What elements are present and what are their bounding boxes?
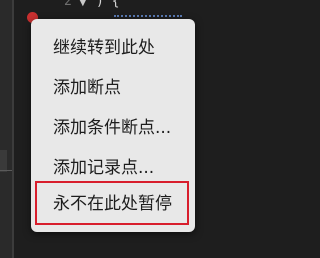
menu-item-continue-to-here[interactable]: 继续转到此处 xyxy=(31,25,195,65)
gutter-notch xyxy=(0,150,7,172)
menu-item-add-logpoint[interactable]: 添加记录点... xyxy=(31,145,195,185)
menu-item-add-breakpoint[interactable]: 添加断点 xyxy=(31,65,195,105)
editor-divider xyxy=(12,0,14,258)
gutter-divider xyxy=(0,170,12,171)
editor-gutter xyxy=(0,0,12,258)
code-squiggle xyxy=(114,12,182,17)
context-menu: 继续转到此处 添加断点 添加条件断点... 添加记录点... 永不在此处暂停 xyxy=(31,19,195,232)
menu-item-never-pause-here[interactable]: 永不在此处暂停 xyxy=(31,181,195,221)
menu-item-add-conditional-breakpoint[interactable]: 添加条件断点... xyxy=(31,105,195,145)
code-line: ) { xyxy=(96,0,120,9)
line-number: 2 xyxy=(64,0,72,9)
chevron-down-icon[interactable]: ▼ xyxy=(79,0,87,11)
